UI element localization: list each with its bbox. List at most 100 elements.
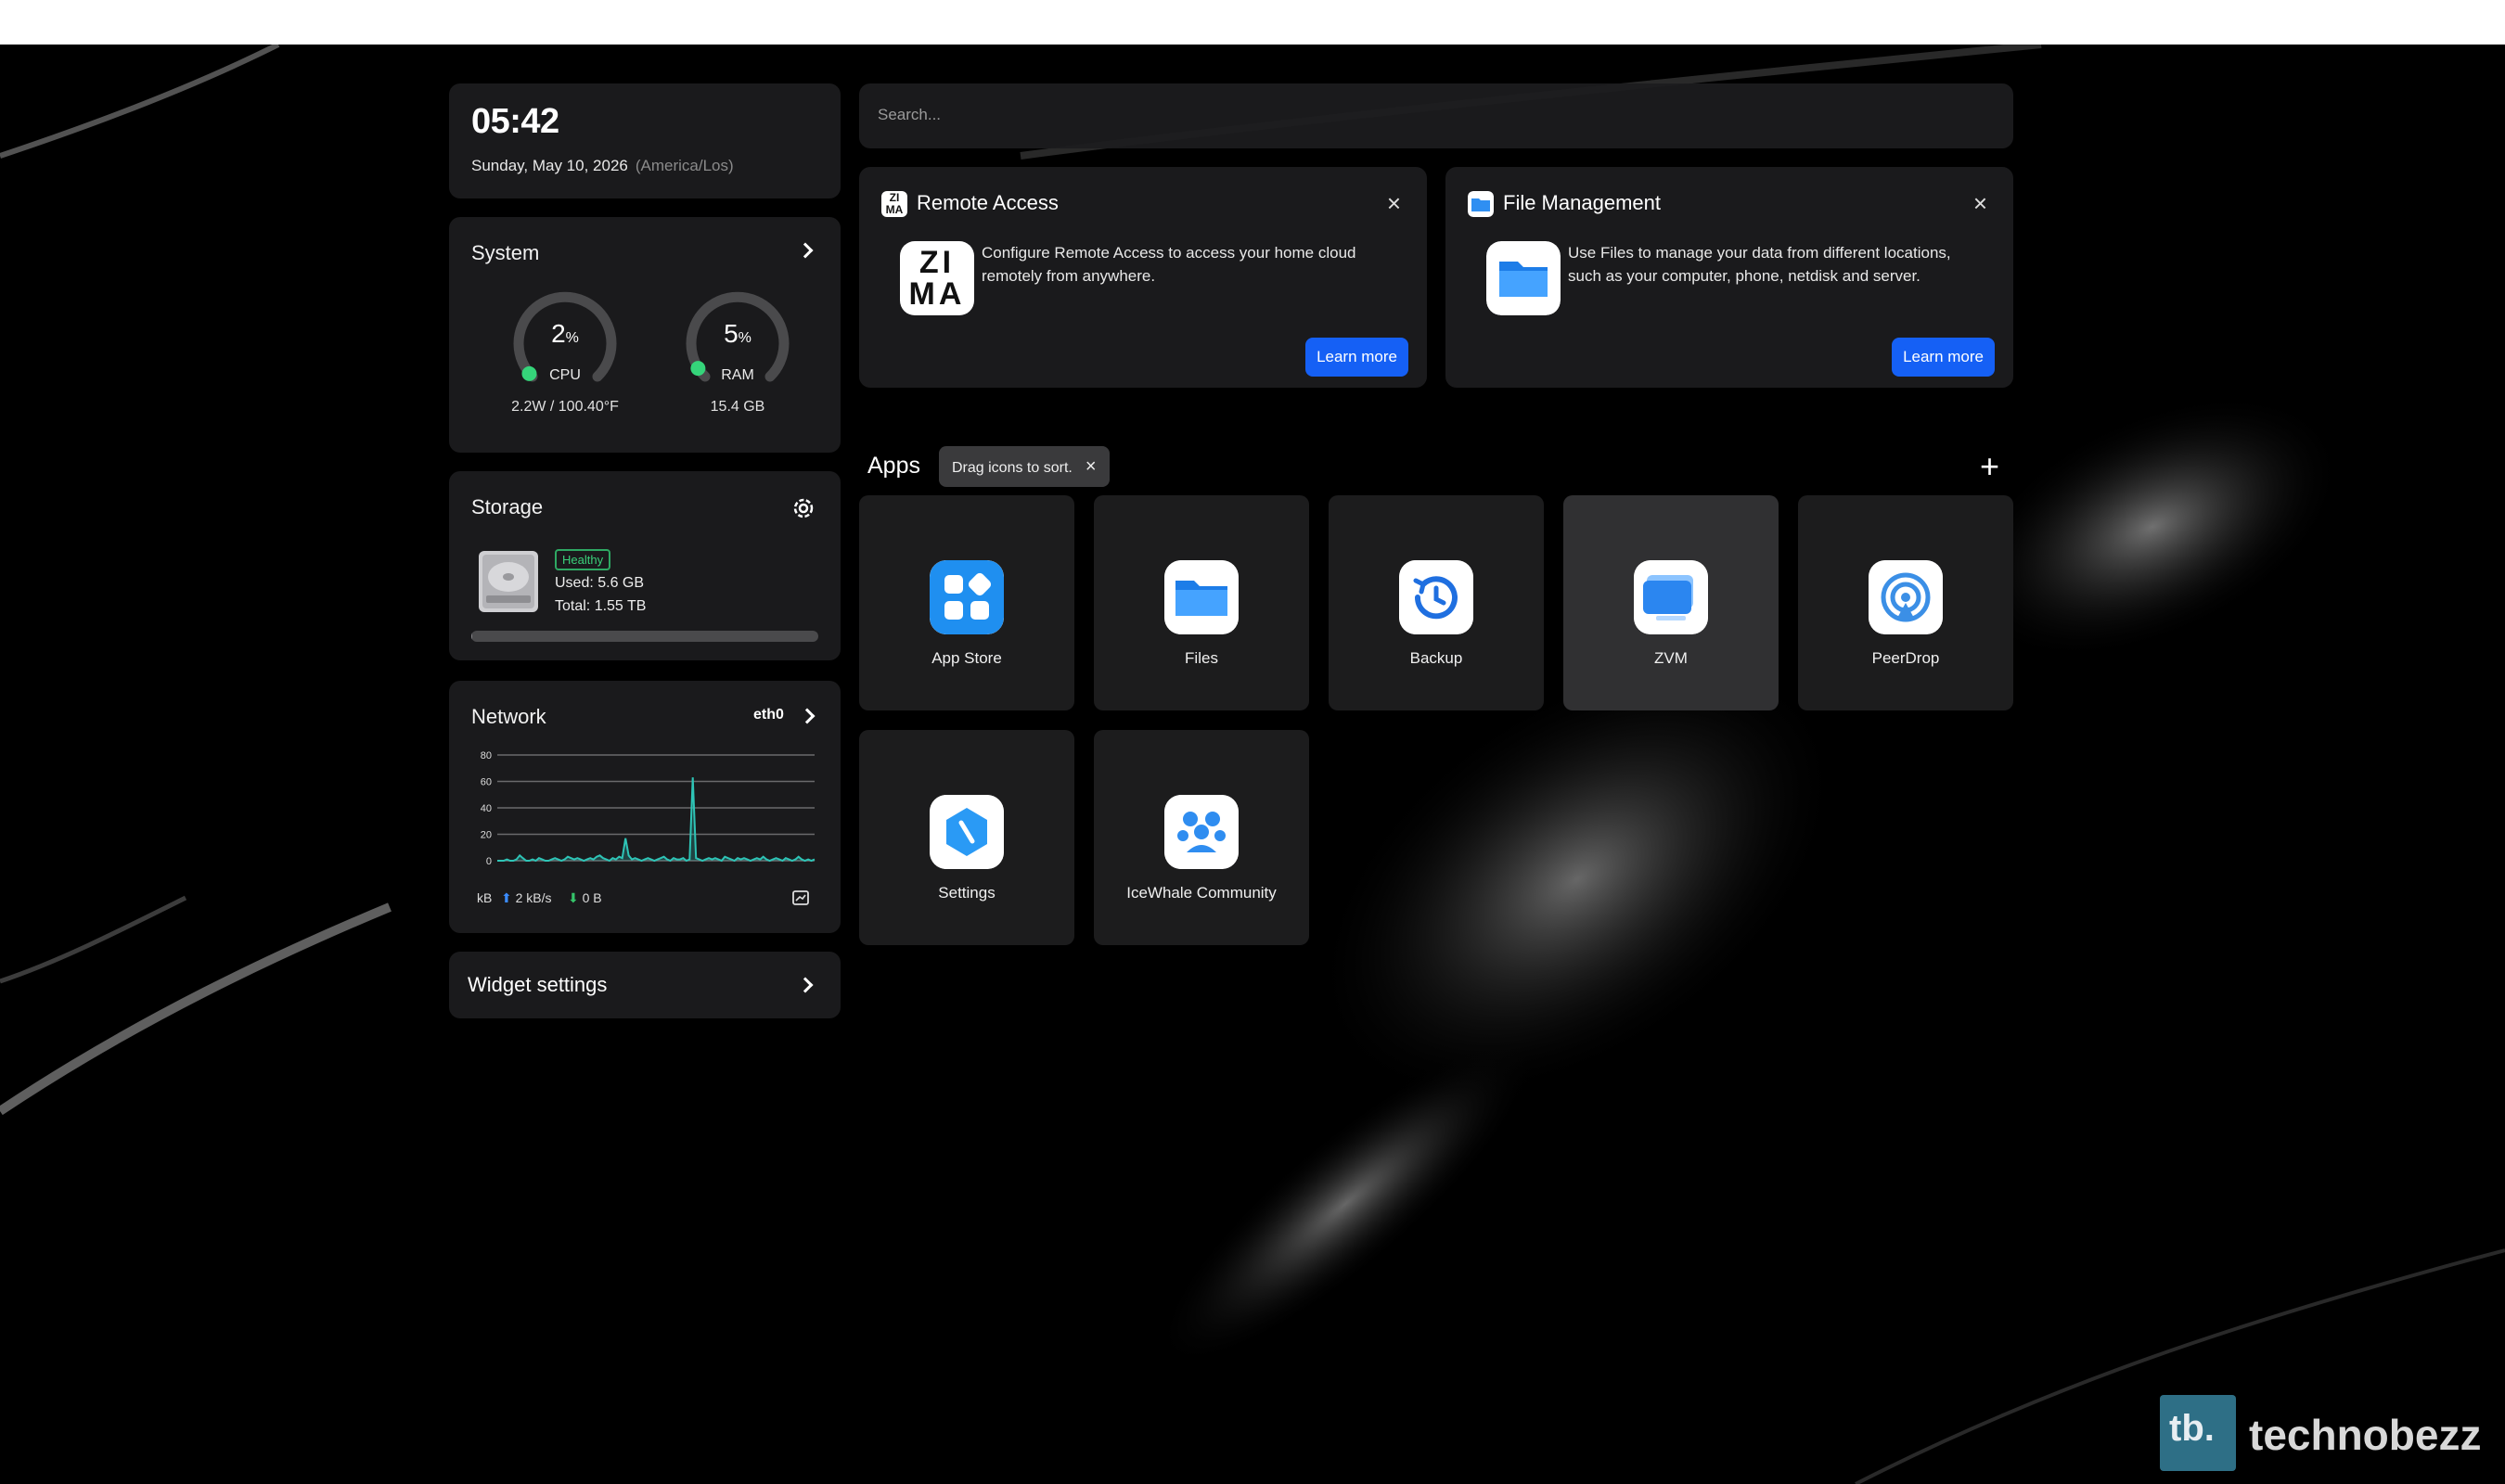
- ram-value-unit: %: [738, 330, 752, 346]
- add-app-button[interactable]: +: [1980, 447, 1999, 486]
- app-name: Backup: [1409, 649, 1463, 667]
- app-tile-backup[interactable]: Backup: [1329, 495, 1544, 710]
- technobezz-logo-mark: tb.: [2169, 1408, 2215, 1449]
- search-bar[interactable]: Search...: [859, 83, 2013, 148]
- cpu-value-number: 2: [551, 319, 566, 348]
- cpu-gauge: 2% CPU: [505, 284, 625, 404]
- zima-small-icon: ZI MA: [881, 191, 907, 217]
- clock-date: Sunday, May 10, 2026 (America/Los): [471, 157, 734, 175]
- gear-icon[interactable]: [790, 495, 816, 521]
- app-tile-icewhale-community[interactable]: IceWhale Community: [1094, 730, 1309, 945]
- close-icon[interactable]: ×: [1387, 189, 1401, 218]
- upload-arrow-icon: ⬆: [501, 890, 512, 905]
- app-tile-zvm[interactable]: ZVM: [1563, 495, 1779, 710]
- ram-value: 5%: [677, 319, 798, 349]
- close-icon[interactable]: ×: [1086, 456, 1097, 477]
- network-chart: 0 20 40 60 80: [481, 750, 816, 867]
- ram-gauge: 5% RAM: [677, 284, 798, 404]
- backup-icon: [1399, 560, 1473, 634]
- top-bar: [0, 0, 2505, 45]
- storage-progress-fill: [471, 631, 473, 642]
- community-icon: [1164, 795, 1239, 869]
- status-badge: Healthy: [555, 549, 611, 570]
- zima-icon: ZI MA: [900, 241, 974, 315]
- chart-tick-label: 80: [481, 750, 492, 761]
- learn-more-button[interactable]: Learn more: [1305, 338, 1408, 377]
- ram-detail: 15.4 GB: [710, 399, 765, 415]
- network-download: ⬇ 0 B: [568, 890, 602, 906]
- remote-access-description: Configure Remote Access to access your h…: [982, 244, 1356, 285]
- learn-more-button[interactable]: Learn more: [1892, 338, 1995, 377]
- widget-settings-label: Widget settings: [468, 973, 608, 996]
- folder-icon: [1164, 560, 1239, 634]
- app-name: IceWhale Community: [1126, 884, 1277, 902]
- cpu-detail: 2.2W / 100.40°F: [511, 399, 619, 415]
- app-store-icon: [930, 560, 1004, 634]
- network-upload: ⬆ 2 kB/s: [501, 890, 552, 906]
- zvm-icon: [1634, 560, 1708, 634]
- remote-access-title: Remote Access: [917, 191, 1059, 214]
- network-unit: kB: [477, 890, 493, 905]
- network-chevron-right-icon[interactable]: [799, 708, 816, 724]
- storage-progress-bar: [471, 631, 818, 642]
- ram-value-number: 5: [724, 319, 739, 348]
- system-title: System: [471, 241, 540, 264]
- chart-tick-label: 60: [481, 777, 492, 788]
- drag-tip: Drag icons to sort. ×: [939, 446, 1110, 487]
- clock-time: 05:42: [471, 102, 559, 141]
- chart-tick-label: 40: [481, 803, 492, 814]
- app-name: Settings: [938, 884, 996, 902]
- ram-label: RAM: [721, 367, 754, 383]
- hard-disk-icon: [479, 551, 538, 612]
- folder-small-icon: [1468, 191, 1494, 217]
- chart-area: [497, 777, 815, 861]
- app-tile-files[interactable]: Files: [1094, 495, 1309, 710]
- app-name: App Store: [931, 649, 1002, 667]
- app-tile-peerdrop[interactable]: PeerDrop: [1798, 495, 2013, 710]
- settings-icon: [930, 795, 1004, 869]
- close-icon[interactable]: ×: [1973, 189, 1987, 218]
- clock-widget: 05:42 Sunday, May 10, 2026 (America/Los): [449, 83, 841, 198]
- apps-title: Apps: [867, 453, 920, 479]
- technobezz-logo: tb.: [2160, 1395, 2236, 1471]
- cpu-value-unit: %: [565, 330, 579, 346]
- network-title: Network: [471, 705, 546, 728]
- clock-date-text: Sunday, May 10, 2026: [471, 157, 628, 174]
- app-tile-settings[interactable]: Settings: [859, 730, 1074, 945]
- system-chevron-right-icon[interactable]: [797, 242, 814, 259]
- search-input[interactable]: Search...: [878, 106, 941, 124]
- storage-total: Total: 1.55 TB: [555, 598, 647, 614]
- file-management-description: Use Files to manage your data from diffe…: [1568, 244, 1951, 285]
- zima-logo-text: ZI MA: [908, 245, 966, 312]
- chart-series-line: [497, 777, 816, 863]
- widget-settings-button[interactable]: Widget settings: [449, 952, 841, 1018]
- network-widget: Network eth0 0 20 40 60 80 kB ⬆ 2 kB/s ⬇ 0 B: [449, 681, 841, 933]
- zima-small-logo-text: ZI MA: [885, 191, 904, 216]
- storage-title: Storage: [471, 495, 544, 518]
- file-management-title: File Management: [1503, 191, 1661, 214]
- app-tile-app-store[interactable]: App Store: [859, 495, 1074, 710]
- network-upload-value: 2 kB/s: [515, 890, 552, 905]
- technobezz-wordmark: technobezz: [2249, 1411, 2482, 1459]
- cpu-label: CPU: [549, 367, 581, 383]
- network-interface[interactable]: eth0: [753, 707, 784, 723]
- download-arrow-icon: ⬇: [568, 890, 579, 905]
- chart-tick-label: 0: [486, 856, 492, 867]
- storage-used: Used: 5.6 GB: [555, 575, 645, 591]
- chart-tick-label: 20: [481, 830, 492, 841]
- app-name: ZVM: [1654, 649, 1688, 667]
- remote-access-card: ZI MA Remote Access × ZI MA Configure Re…: [859, 167, 1427, 388]
- folder-icon: [1486, 241, 1561, 315]
- system-widget: System 2% CPU 2.2W / 100.40°F 5% RAM 15.…: [449, 217, 841, 453]
- app-name: Files: [1185, 649, 1218, 667]
- cpu-value: 2%: [505, 319, 625, 349]
- file-management-card: File Management × Use Files to manage yo…: [1445, 167, 2013, 388]
- drag-tip-text: Drag icons to sort.: [952, 460, 1073, 476]
- storage-widget: Storage Healthy Used: 5.6 GB Total: 1.55…: [449, 471, 841, 660]
- clock-timezone: (America/Los): [635, 157, 734, 174]
- widget-settings-chevron-right-icon: [797, 977, 814, 993]
- peerdrop-icon: [1869, 560, 1943, 634]
- chart-toggle-icon[interactable]: [792, 890, 809, 905]
- app-name: PeerDrop: [1871, 649, 1940, 667]
- network-download-value: 0 B: [582, 890, 602, 905]
